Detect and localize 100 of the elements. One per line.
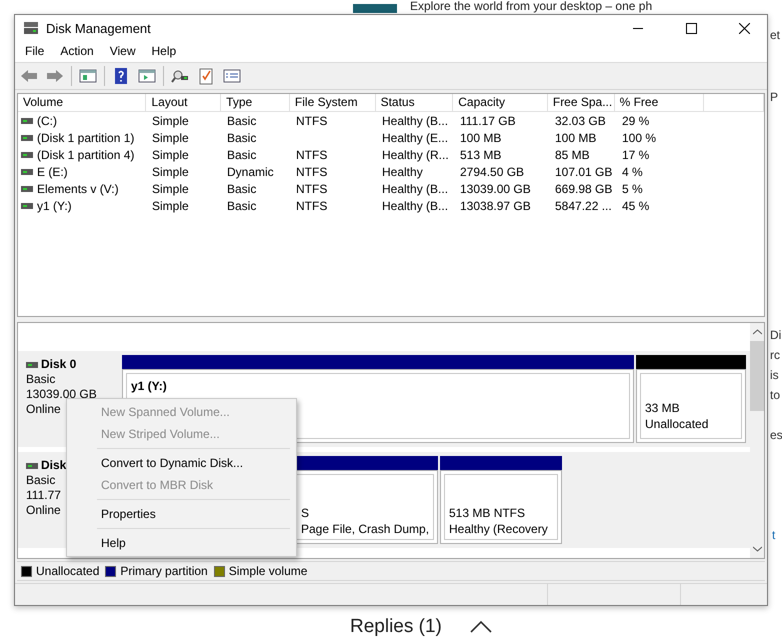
panel-icon[interactable] [137,67,157,85]
disk-type: Basic [26,473,56,488]
partition-block[interactable]: 513 MB NTFS Healthy (Recovery [440,470,562,544]
page-text: et [770,28,780,42]
back-icon[interactable] [19,67,39,85]
column-header[interactable]: % Free [614,94,704,111]
table-cell: 13039.00 GB [460,182,531,196]
table-cell: NTFS [296,148,328,162]
column-header[interactable]: File System [290,94,376,111]
page-text: rc [770,348,780,362]
menu-item[interactable]: Properties [67,503,296,525]
page-text: es [770,428,782,442]
close-icon[interactable] [738,22,750,34]
table-cell: NTFS [296,198,328,212]
disk-size: 111.77 [26,488,61,503]
partition-info: Unallocated [645,416,710,432]
table-cell: 85 MB [555,148,590,162]
partition-info: 33 MB [645,400,681,416]
drive-icon [26,462,38,468]
table-cell: 5 % [622,182,643,196]
column-header[interactable]: Layout [146,94,222,111]
scroll-up-icon[interactable] [753,329,762,335]
drive-icon [26,362,38,368]
menu-item[interactable]: Help [67,532,296,554]
menu-item[interactable]: Convert to Dynamic Disk... [67,452,296,474]
disk-status: Online [26,402,61,417]
column-header[interactable]: Free Spa... [548,94,615,111]
table-cell: NTFS [296,182,328,196]
banner-tile [353,4,397,13]
table-cell: Healthy (E... [382,130,448,144]
table-cell: Healthy (B... [382,114,448,128]
scrollbar[interactable] [750,323,764,558]
disk-status: Online [26,503,61,518]
table-cell: 17 % [622,148,650,162]
table-cell: 5847.22 ... [555,198,612,212]
partition-title: y1 (Y:) [131,378,168,394]
partition-info: Healthy (Recovery [449,521,549,537]
menu-item[interactable]: View [102,41,144,62]
page-text: to [770,388,780,402]
table-cell: (Disk 1 partition 1) [37,130,134,144]
column-header[interactable]: Volume [18,94,146,111]
table-cell: Elements v (V:) [37,182,119,196]
drive-icon [21,118,33,124]
table-cell: NTFS [296,114,328,128]
link[interactable]: t [772,528,776,542]
table-cell: Simple [152,114,189,128]
panel-icon[interactable] [78,67,98,85]
list-icon[interactable] [222,67,242,85]
table-cell: 111.17 GB [460,114,516,128]
table-cell: Healthy (R... [382,148,449,162]
table-cell: Simple [152,182,189,196]
replies-toggle[interactable]: Replies (1) [350,616,442,638]
table-cell: 100 % [622,130,656,144]
table-cell: Basic [227,182,256,196]
table-cell: 669.98 GB [555,182,612,196]
table-cell: y1 (Y:) [37,198,72,212]
disk-size: 13039.00 GB [26,387,97,402]
disk-type: Basic [26,372,56,387]
column-header[interactable]: Type [221,94,290,111]
partition-info: Page File, Crash Dump, [301,521,429,537]
partition-block[interactable]: 33 MB Unallocated [636,369,746,443]
disk-name: Disk [41,458,66,473]
drive-icon [21,202,33,208]
table-cell: 13038.97 GB [460,198,531,212]
disk-name: Disk 0 [41,357,76,372]
table-cell: (Disk 1 partition 4) [37,148,134,162]
page-text: is [770,368,779,382]
table-cell: Simple [152,130,189,144]
table-cell: Healthy [382,164,423,178]
maximize-icon[interactable] [686,22,696,34]
drive-icon [21,168,33,174]
table-cell: NTFS [296,164,328,178]
forward-icon[interactable] [45,67,65,85]
table-cell: Basic [227,198,256,212]
column-header[interactable]: Capacity [453,94,548,111]
menu-item[interactable]: Action [52,41,102,62]
menu-item[interactable]: File [17,41,52,62]
chevron-up-icon[interactable] [470,620,492,633]
table-cell: Basic [227,148,256,162]
table-cell: Simple [152,148,189,162]
table-cell: Dynamic [227,164,274,178]
partition-info: 513 MB NTFS [449,505,526,521]
table-cell: 4 % [622,164,643,178]
drive-icon [21,134,33,140]
legend-label: Primary partition [120,564,208,578]
table-cell: 513 MB [460,148,502,162]
legend-label: Simple volume [228,564,308,578]
table-cell: 29 % [622,114,650,128]
menu-item[interactable]: Help [144,41,184,62]
column-header[interactable]: Status [376,94,454,111]
drive-icon [21,186,33,192]
table-cell: E (E:) [37,164,68,178]
table-cell: 32.03 GB [555,114,606,128]
headline: Explore the world from your desktop – one ph [410,0,652,13]
table-cell: 100 MB [460,130,502,144]
table-cell: Simple [152,198,189,212]
table-cell: Basic [227,130,256,144]
scroll-down-icon[interactable] [753,546,762,552]
table-cell: 100 MB [555,130,596,144]
table-cell: Healthy (B... [382,198,448,212]
